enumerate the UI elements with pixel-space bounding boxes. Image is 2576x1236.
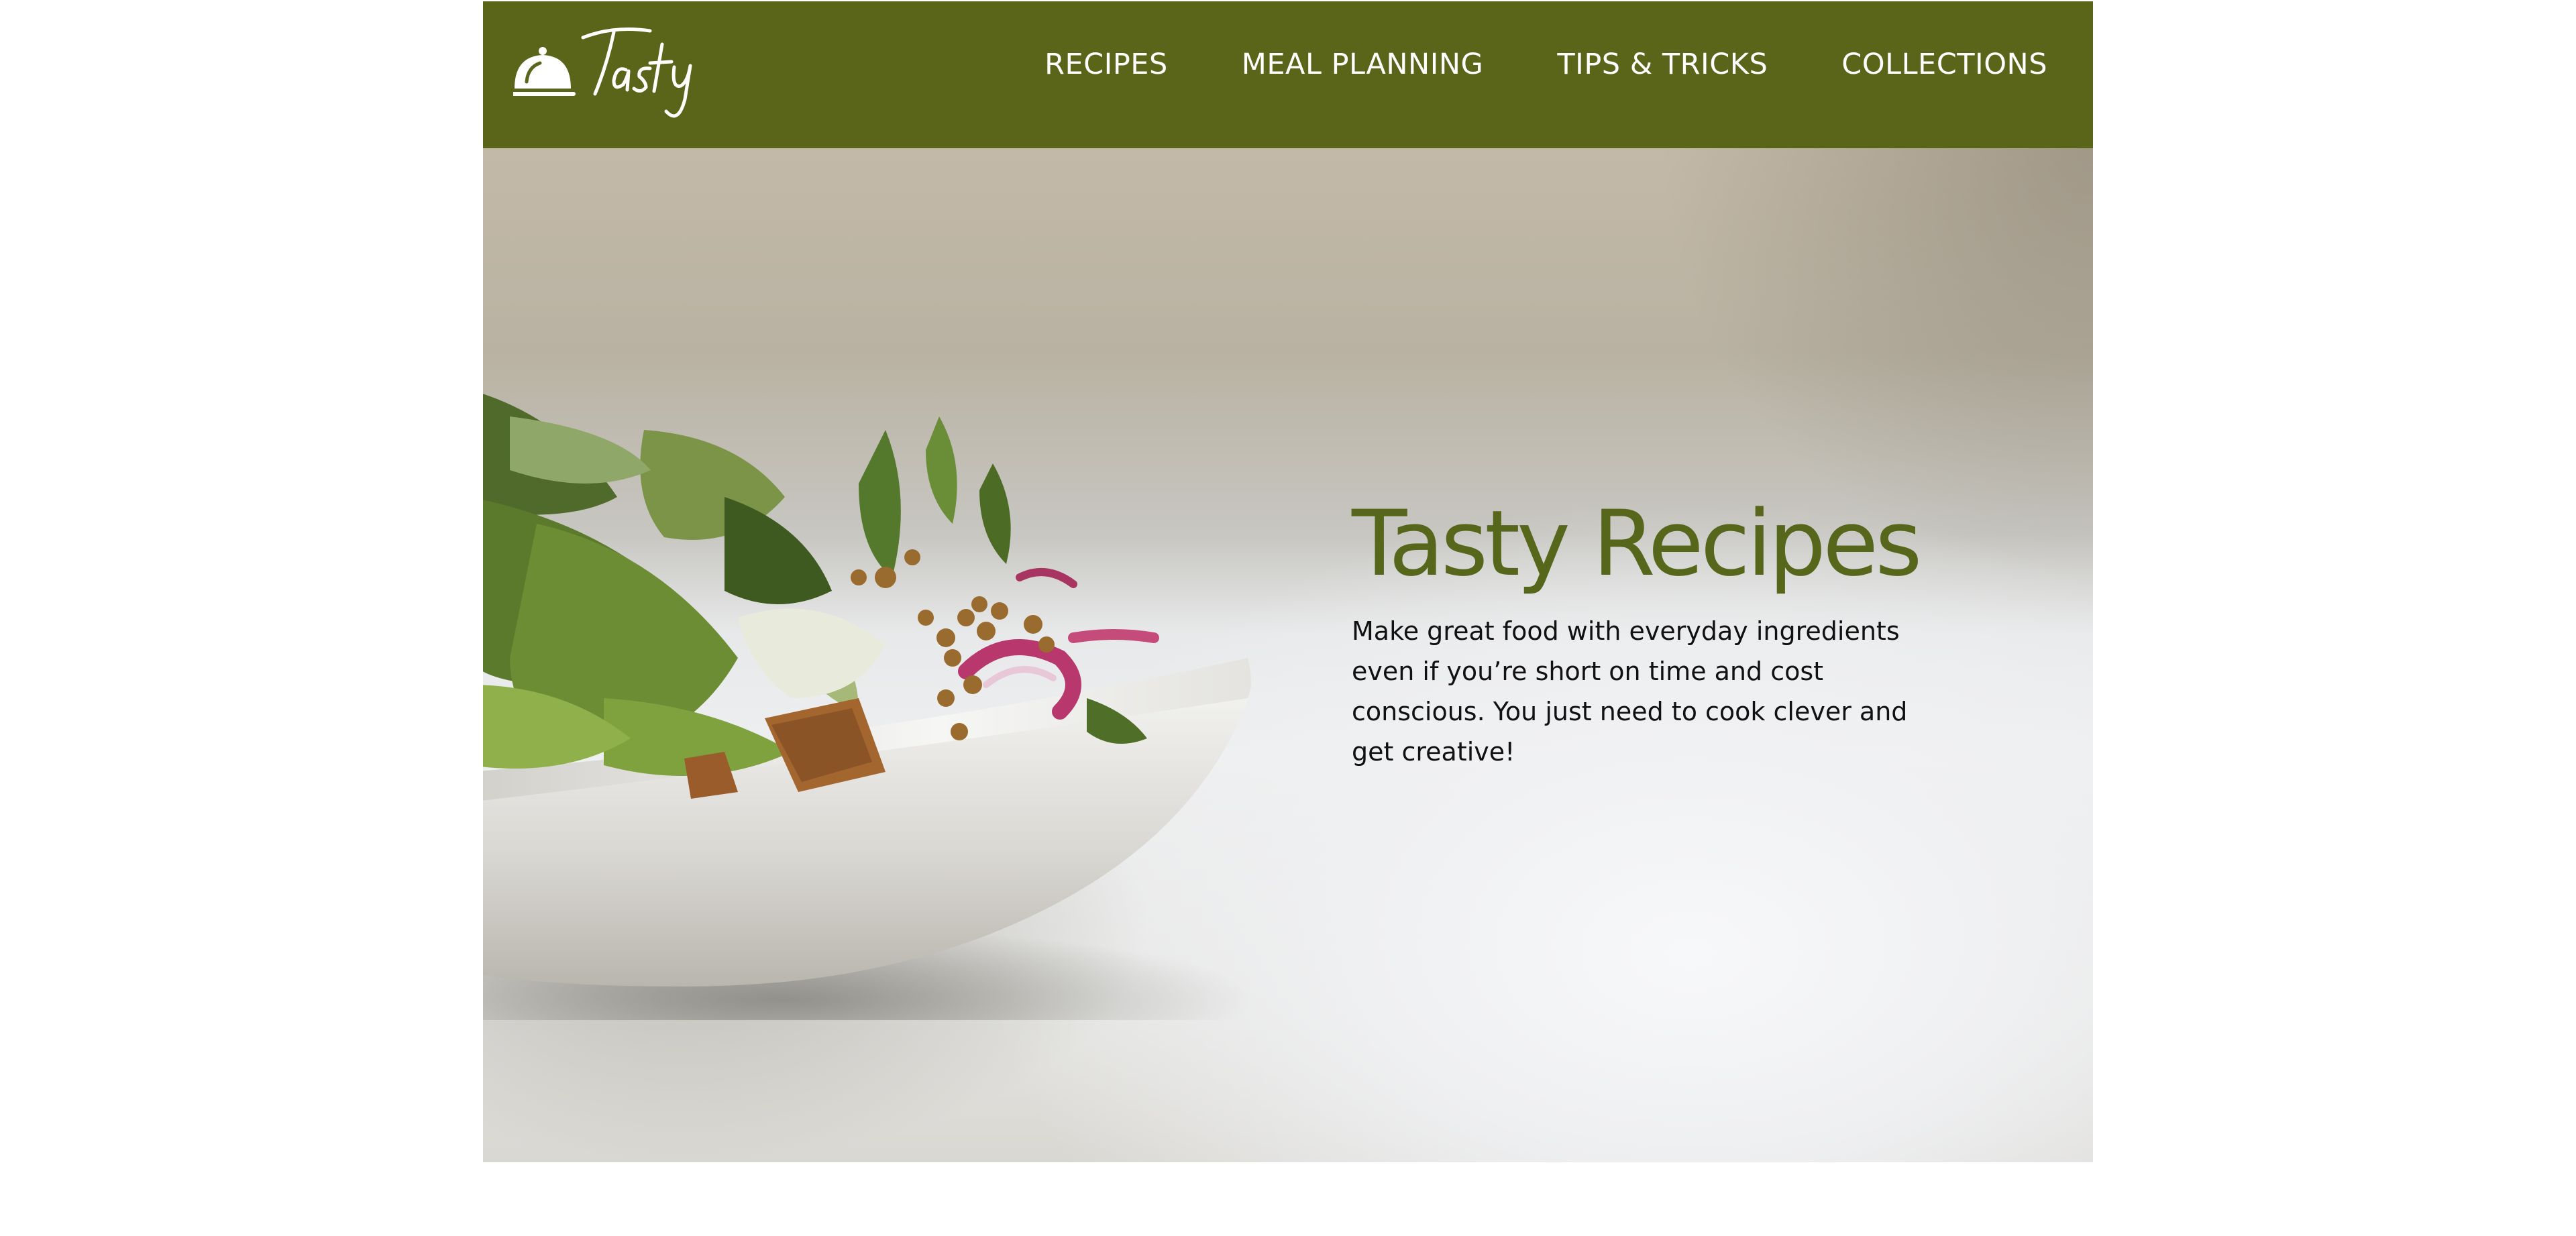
main-nav: RECIPES MEAL PLANNING TIPS & TRICKS COLL… <box>1044 43 2047 86</box>
hero-description: Make great food with everyday ingredient… <box>1352 616 1908 767</box>
nav-link-collections[interactable]: COLLECTIONS <box>1841 43 2047 86</box>
cloche-icon <box>513 47 576 96</box>
nav-link-tips-and-tricks[interactable]: TIPS & TRICKS <box>1557 43 1768 86</box>
site-logo[interactable] <box>513 24 701 118</box>
hero-banner: Tasty Recipes Make great food with every… <box>483 148 2093 1162</box>
hero-text-block: Tasty Recipes Make great food with every… <box>1352 490 1969 772</box>
page: RECIPES MEAL PLANNING TIPS & TRICKS COLL… <box>483 0 2093 1236</box>
hero-title: Tasty Recipes <box>1352 491 1923 596</box>
logo-graphic <box>513 27 692 118</box>
logo-wordmark <box>581 27 692 118</box>
nav-link-meal-planning[interactable]: MEAL PLANNING <box>1242 43 1484 86</box>
salad-bowl-photo <box>483 394 1254 1020</box>
top-navigation-bar: RECIPES MEAL PLANNING TIPS & TRICKS COLL… <box>483 1 2093 148</box>
nav-link-recipes[interactable]: RECIPES <box>1044 43 1168 86</box>
